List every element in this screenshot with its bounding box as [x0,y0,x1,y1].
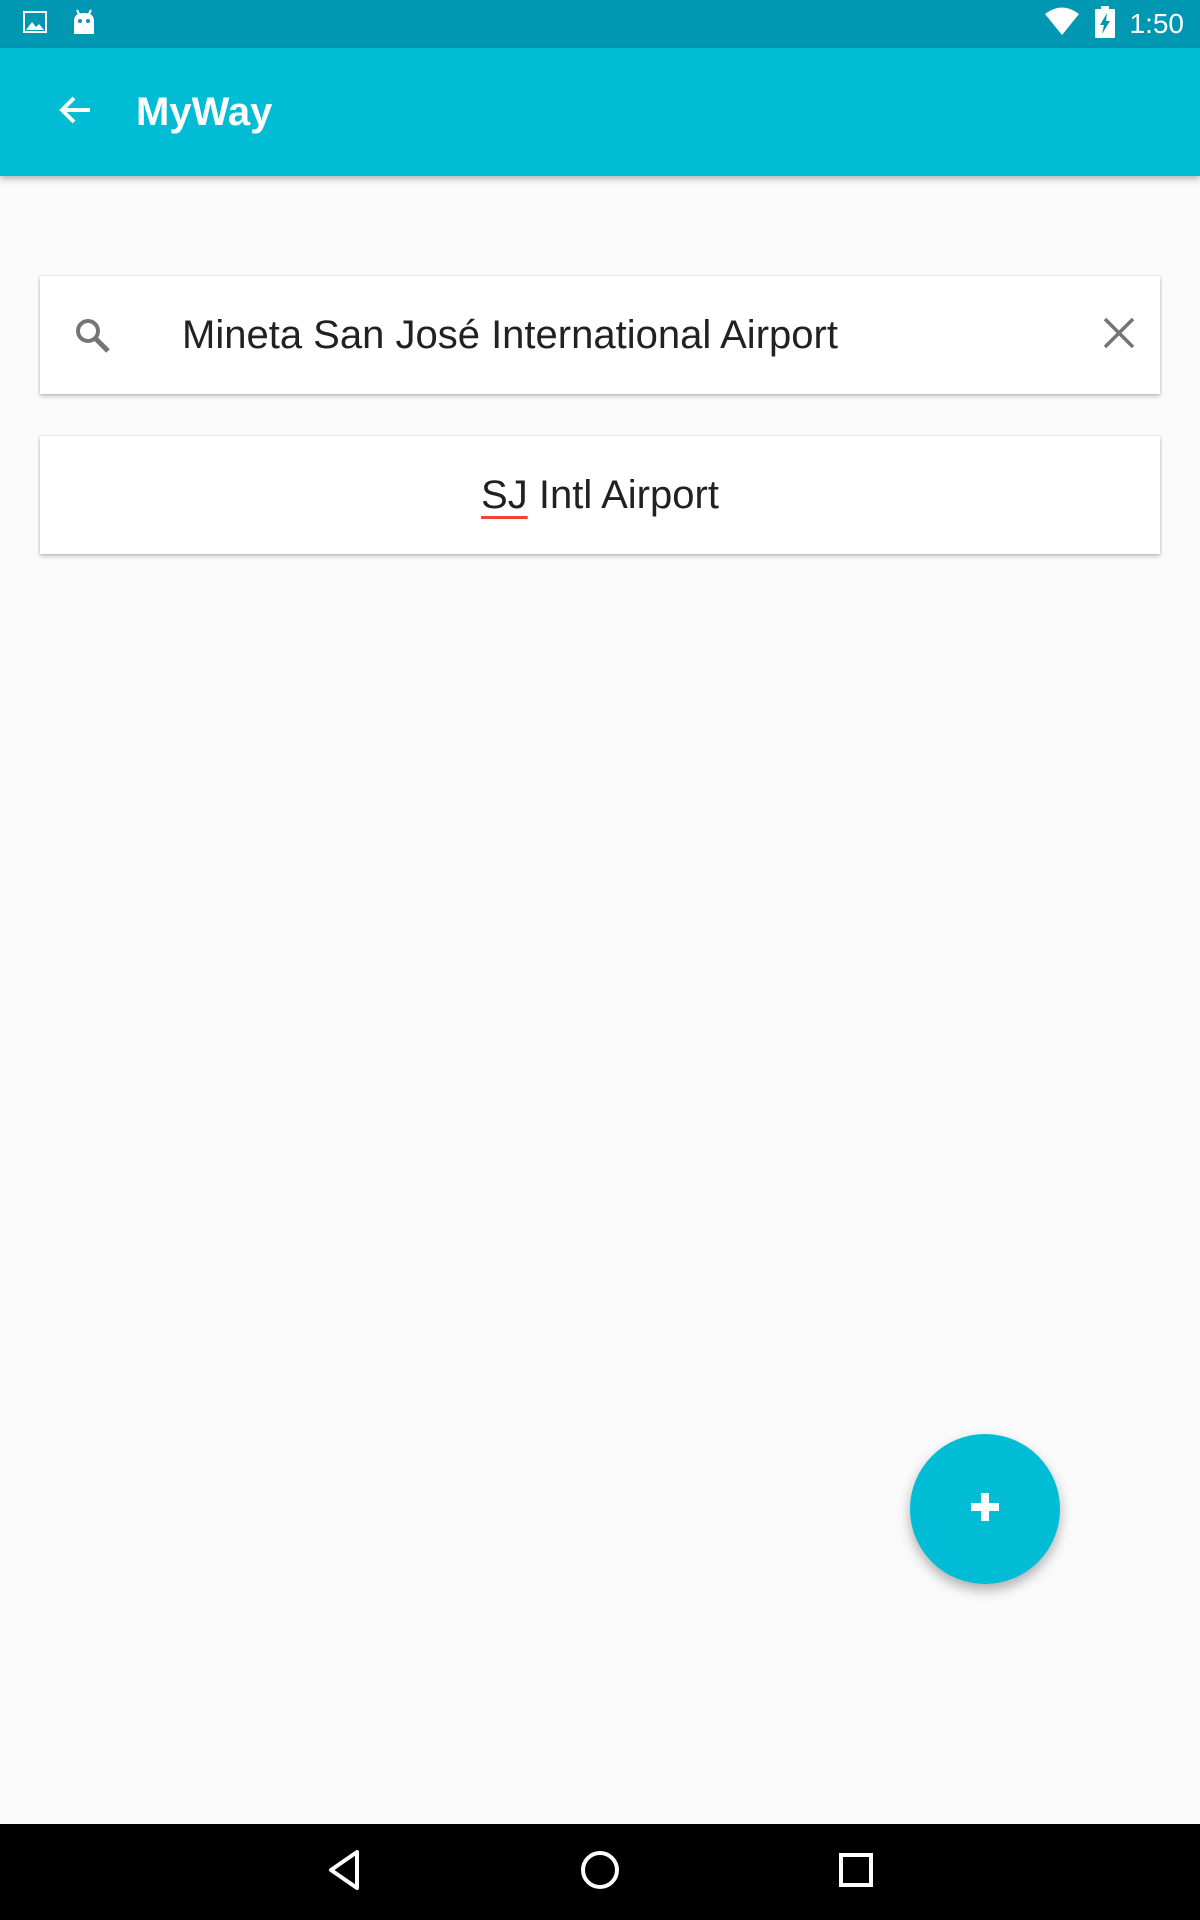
plus-icon [969,1491,1001,1528]
android-notification-icon [70,8,98,41]
back-triangle-icon [324,1848,364,1897]
navigation-bar [0,1824,1200,1920]
wifi-icon [1044,7,1080,42]
search-result-label: SJ Intl Airport [481,473,719,518]
back-button[interactable] [40,76,112,148]
battery-charging-icon [1094,5,1116,43]
search-input[interactable] [182,300,1062,370]
status-time: 1:50 [1129,8,1185,39]
search-result-label-rest: Intl Airport [527,472,719,517]
search-bar [40,276,1160,394]
add-button[interactable] [910,1434,1060,1584]
home-circle-icon [578,1848,622,1897]
system-status: 1:50 [1044,0,1185,48]
app-title: MyWay [136,90,273,134]
app-bar: MyWay [0,48,1200,176]
close-icon [1102,316,1136,355]
nav-recents-button[interactable] [824,1840,888,1904]
gallery-notification-icon [22,9,48,40]
search-result-item[interactable]: SJ Intl Airport [40,436,1160,554]
status-bar: 1:50 [0,0,1200,48]
search-icon [72,315,112,355]
notification-icons [22,9,98,39]
nav-home-button[interactable] [568,1840,632,1904]
recents-square-icon [836,1850,876,1895]
misspelled-word: SJ [481,472,528,517]
nav-back-button[interactable] [312,1840,376,1904]
clear-search-button[interactable] [1090,306,1148,364]
arrow-back-icon [56,90,96,135]
